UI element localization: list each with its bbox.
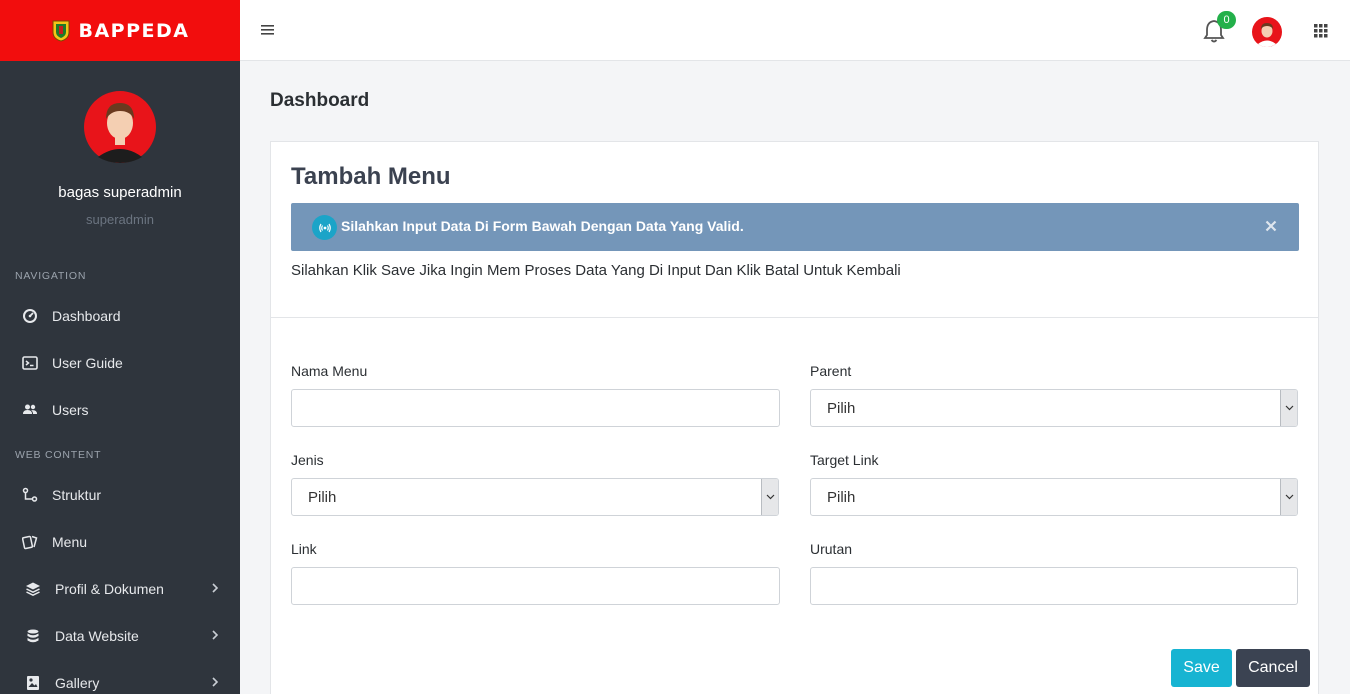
link-label: Link bbox=[291, 541, 317, 557]
divider bbox=[271, 317, 1318, 318]
sidebar-item-user-guide[interactable]: User Guide bbox=[0, 343, 240, 383]
menu-cards-icon bbox=[21, 533, 39, 551]
dashboard-icon bbox=[21, 307, 39, 325]
info-alert: Silahkan Input Data Di Form Bawah Dengan… bbox=[291, 203, 1299, 251]
sidebar-item-data-website[interactable]: Data Website bbox=[0, 616, 240, 656]
sidebar-item-label: Data Website bbox=[55, 628, 139, 644]
sidebar-item-struktur[interactable]: Struktur bbox=[0, 475, 240, 515]
user-profile: bagas superadmin superadmin bbox=[0, 61, 240, 227]
cancel-button[interactable]: Cancel bbox=[1236, 649, 1310, 687]
alert-message: Silahkan Input Data Di Form Bawah Dengan… bbox=[341, 218, 744, 234]
database-icon bbox=[24, 627, 42, 645]
nav-section-navigation: NAVIGATION bbox=[15, 270, 87, 282]
target-link-selected-value: Pilih bbox=[827, 489, 856, 506]
chevron-down-icon[interactable] bbox=[1280, 390, 1297, 426]
brand-logo-icon bbox=[52, 20, 69, 42]
jenis-label: Jenis bbox=[291, 452, 324, 468]
avatar[interactable] bbox=[1252, 17, 1282, 47]
nav-section-web-content: WEB CONTENT bbox=[15, 449, 102, 461]
sidebar-item-users[interactable]: Users bbox=[0, 390, 240, 430]
parent-select[interactable]: Pilih bbox=[810, 389, 1298, 427]
chevron-right-icon bbox=[212, 583, 219, 593]
link-input[interactable] bbox=[291, 567, 780, 605]
nama-menu-input[interactable] bbox=[291, 389, 780, 427]
tree-icon bbox=[21, 486, 39, 504]
brand-name: BAPPEDA bbox=[78, 19, 190, 42]
page-title: Dashboard bbox=[270, 90, 370, 111]
image-icon bbox=[24, 674, 42, 692]
save-button[interactable]: Save bbox=[1171, 649, 1232, 687]
sidebar: BAPPEDA bagas superadmin superadmin NAVI… bbox=[0, 0, 240, 694]
close-icon[interactable] bbox=[1265, 220, 1277, 232]
sidebar-item-label: Dashboard bbox=[52, 308, 121, 324]
urutan-label: Urutan bbox=[810, 541, 853, 557]
nama-menu-label: Nama Menu bbox=[291, 363, 368, 379]
chevron-down-icon[interactable] bbox=[1280, 479, 1297, 515]
sidebar-item-label: Gallery bbox=[55, 675, 100, 691]
sidebar-item-profil-dokumen[interactable]: Profil & Dokumen bbox=[0, 569, 240, 609]
users-icon bbox=[21, 401, 39, 419]
chevron-right-icon bbox=[212, 630, 219, 640]
urutan-input[interactable] bbox=[810, 567, 1298, 605]
layers-icon bbox=[24, 580, 42, 598]
topbar: 0 bbox=[240, 0, 1350, 61]
chevron-down-icon[interactable] bbox=[761, 479, 778, 515]
avatar[interactable] bbox=[84, 91, 156, 163]
parent-selected-value: Pilih bbox=[827, 400, 856, 417]
sidebar-item-label: Menu bbox=[52, 534, 88, 550]
sidebar-item-gallery[interactable]: Gallery bbox=[0, 663, 240, 694]
brand-header[interactable]: BAPPEDA bbox=[0, 0, 240, 61]
broadcast-icon bbox=[312, 215, 337, 240]
parent-label: Parent bbox=[810, 363, 852, 379]
sidebar-item-dashboard[interactable]: Dashboard bbox=[0, 296, 240, 336]
hamburger-menu-icon[interactable] bbox=[260, 22, 276, 38]
card-title: Tambah Menu bbox=[291, 163, 451, 190]
sidebar-item-menu[interactable]: Menu bbox=[0, 522, 240, 562]
jenis-select[interactable]: Pilih bbox=[291, 478, 779, 516]
sidebar-item-label: Users bbox=[52, 402, 89, 418]
apps-grid-icon[interactable] bbox=[1314, 24, 1328, 38]
chevron-right-icon bbox=[212, 677, 219, 687]
user-name: bagas superadmin bbox=[58, 184, 182, 201]
jenis-selected-value: Pilih bbox=[308, 489, 337, 506]
help-text: Silahkan Klik Save Jika Ingin Mem Proses… bbox=[291, 262, 901, 279]
sidebar-item-label: Profil & Dokumen bbox=[55, 581, 164, 597]
target-link-select[interactable]: Pilih bbox=[810, 478, 1298, 516]
notification-badge: 0 bbox=[1217, 11, 1236, 29]
target-link-label: Target Link bbox=[810, 452, 879, 468]
terminal-icon bbox=[21, 354, 39, 372]
sidebar-item-label: Struktur bbox=[52, 487, 102, 503]
user-role: superadmin bbox=[86, 212, 154, 227]
sidebar-item-label: User Guide bbox=[52, 355, 123, 371]
